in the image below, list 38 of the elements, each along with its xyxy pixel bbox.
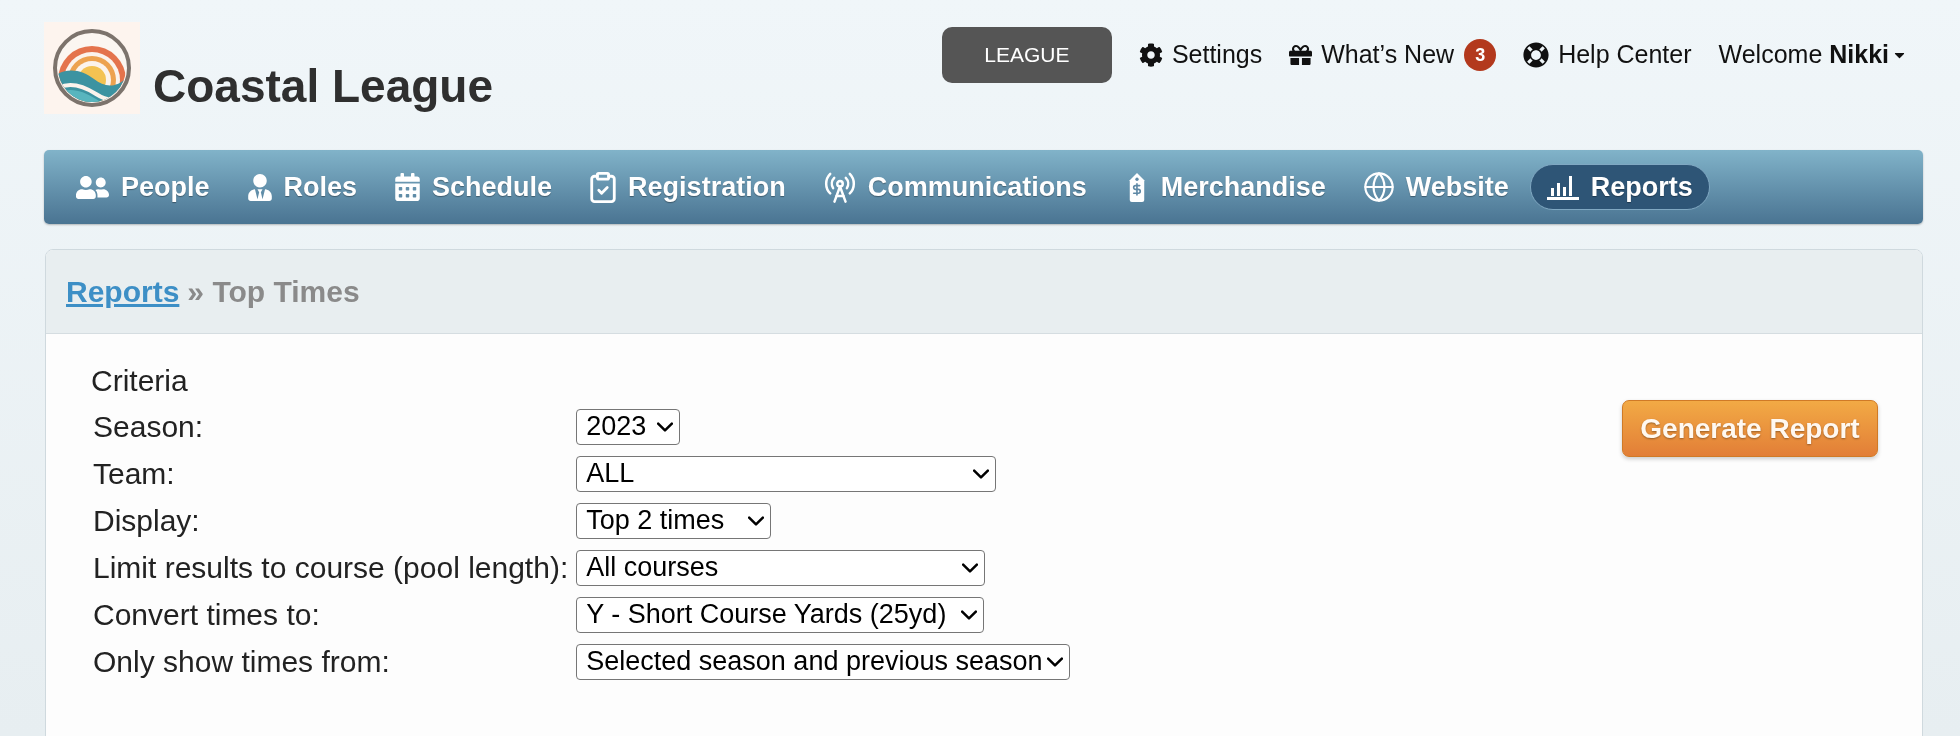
dropdown-field[interactable]: ALL (576, 455, 997, 492)
count-badge: 3 (1464, 39, 1497, 71)
calendar-icon (395, 173, 421, 201)
lifebuoy-icon (1523, 42, 1550, 68)
field-label: Limit results to course (pool length): (93, 550, 569, 586)
sun-and-waves-logo-icon (44, 22, 140, 114)
user-menu-toggle[interactable]: Welcome Nikki (1718, 36, 1907, 74)
dropdown-field[interactable]: Top 2 times (576, 502, 772, 539)
field-label: Display: (93, 503, 200, 539)
clipboard-check-icon (590, 171, 617, 203)
bar-chart-icon (1546, 174, 1579, 200)
header-link[interactable]: Help Center (1523, 36, 1692, 74)
settings-icon (1138, 43, 1163, 67)
chevron-down-icon (657, 421, 674, 432)
chevron-down-icon (748, 515, 765, 526)
field-label: Only show times from: (93, 644, 390, 680)
users-icon (76, 173, 109, 201)
league-button[interactable]: LEAGUE (941, 27, 1112, 83)
chevron-down-icon (962, 562, 979, 573)
dropdown-field[interactable]: Selected season and previous season (576, 643, 1071, 680)
chevron-down-icon (961, 609, 978, 620)
chevron-down-icon (1047, 656, 1064, 667)
header-link[interactable]: What’s New 3 (1289, 36, 1497, 74)
header-link[interactable]: Settings (1138, 36, 1263, 74)
breadcrumb-current: » Top Times (187, 274, 360, 310)
globe-icon (1363, 172, 1394, 202)
dropdown-field[interactable]: All courses (576, 549, 986, 586)
person-with-tie-icon (247, 173, 272, 201)
nav-tab[interactable]: Reports (1529, 164, 1710, 210)
field-label: Team: (93, 456, 175, 492)
field-label: Convert times to: (93, 597, 320, 633)
dropdown-field[interactable]: 2023 (576, 408, 681, 445)
criteria-heading: Criteria (91, 363, 189, 399)
radio-tower-icon (823, 171, 856, 203)
dropdown-field[interactable]: Y - Short Course Yards (25yd) (576, 596, 985, 633)
field-label: Season: (93, 409, 204, 445)
gift-icon (1289, 43, 1313, 67)
chevron-down-icon (973, 468, 990, 479)
